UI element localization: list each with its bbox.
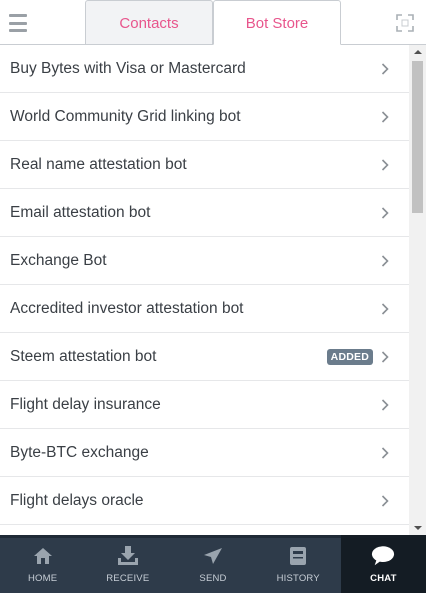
scroll-down-arrow-icon[interactable] [409, 521, 426, 535]
chevron-right-icon [381, 254, 389, 267]
bot-list: Buy Bytes with Visa or Mastercard World … [0, 45, 409, 535]
list-item[interactable]: Flight delay insurance [0, 381, 409, 429]
tab-bot-store[interactable]: Bot Store [213, 0, 341, 45]
list-item-label: Accredited investor attestation bot [10, 299, 244, 317]
nav-label: SEND [199, 573, 227, 584]
list-item[interactable] [0, 525, 409, 535]
list-item-label: World Community Grid linking bot [10, 107, 241, 125]
app-window: Contacts Bot Store Buy Bytes with Visa o… [0, 0, 426, 593]
list-item[interactable]: Email attestation bot [0, 189, 409, 237]
chevron-right-icon [381, 446, 389, 459]
list-item[interactable]: Flight delays oracle [0, 477, 409, 525]
nav-home[interactable]: HOME [0, 535, 85, 593]
chevron-right-icon [381, 302, 389, 315]
scroll-up-arrow-icon[interactable] [409, 45, 426, 59]
chevron-right-icon [381, 158, 389, 171]
chevron-right-icon [381, 62, 389, 75]
menu-icon[interactable] [9, 14, 27, 32]
nav-history[interactable]: HISTORY [256, 535, 341, 593]
list-item-label: Steem attestation bot [10, 347, 157, 365]
list-item[interactable]: Accredited investor attestation bot [0, 285, 409, 333]
nav-chat[interactable]: CHAT [340, 535, 426, 593]
nav-receive[interactable]: RECEIVE [85, 535, 170, 593]
list-item[interactable]: Buy Bytes with Visa or Mastercard [0, 45, 409, 93]
chevron-right-icon [381, 494, 389, 507]
list-item-label: Exchange Bot [10, 251, 107, 269]
list-item-label: Buy Bytes with Visa or Mastercard [10, 59, 246, 77]
list-item[interactable]: Real name attestation bot [0, 141, 409, 189]
chevron-right-icon [381, 206, 389, 219]
top-bar: Contacts Bot Store [0, 0, 426, 45]
list-item[interactable]: Exchange Bot [0, 237, 409, 285]
tab-contacts[interactable]: Contacts [85, 0, 213, 44]
list-item[interactable]: World Community Grid linking bot [0, 93, 409, 141]
scrollbar[interactable] [409, 45, 426, 535]
home-icon [31, 544, 55, 568]
list-item-label: Flight delay insurance [10, 395, 161, 413]
chat-icon [371, 544, 395, 568]
list-item-label: Byte-BTC exchange [10, 443, 149, 461]
added-badge: ADDED [326, 348, 373, 365]
scrollbar-thumb[interactable] [412, 61, 423, 213]
bottom-navigation: HOME RECEIVE SEND HISTORY CHAT [0, 535, 426, 593]
chevron-right-icon [381, 398, 389, 411]
receive-icon [116, 544, 140, 568]
fullscreen-icon[interactable] [396, 14, 414, 32]
chevron-right-icon [381, 110, 389, 123]
list-item-label: Email attestation bot [10, 203, 151, 221]
nav-label: HISTORY [276, 573, 320, 584]
chevron-right-icon [381, 350, 389, 363]
nav-send[interactable]: SEND [170, 535, 255, 593]
history-icon [286, 544, 310, 568]
list-item-label: Real name attestation bot [10, 155, 187, 173]
nav-label: CHAT [370, 573, 397, 584]
nav-label: HOME [27, 573, 58, 584]
nav-label: RECEIVE [106, 573, 150, 584]
list-item[interactable]: Byte-BTC exchange [0, 429, 409, 477]
list-item[interactable]: Steem attestation bot ADDED [0, 333, 409, 381]
send-icon [201, 544, 225, 568]
list-item-label: Flight delays oracle [10, 491, 144, 509]
